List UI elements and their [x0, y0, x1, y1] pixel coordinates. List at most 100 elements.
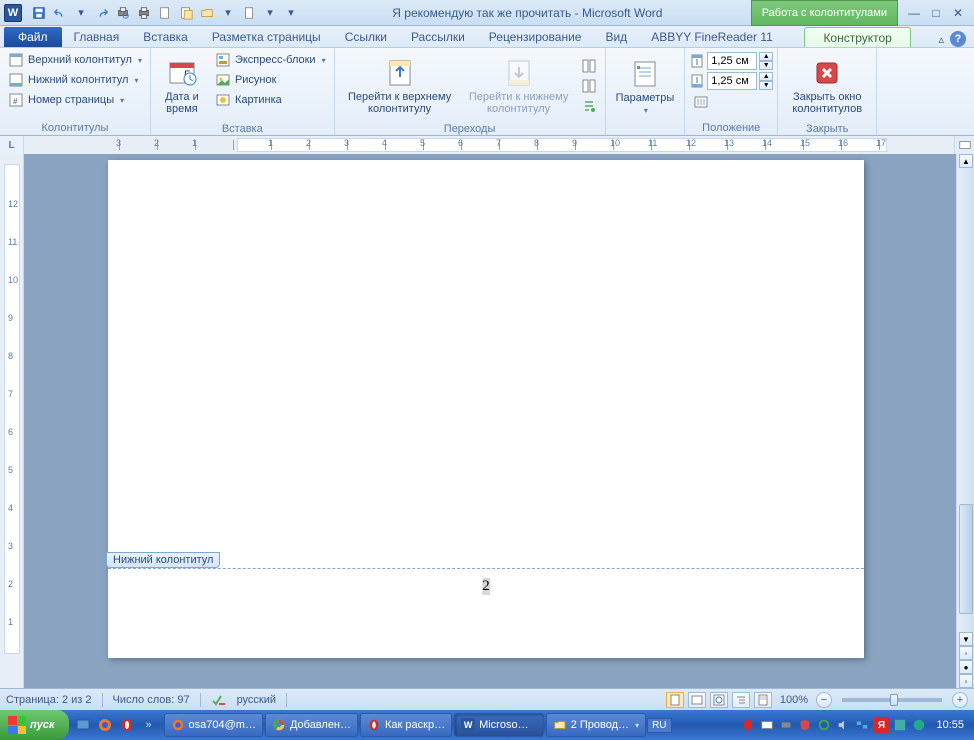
show-desktop-icon[interactable] [73, 715, 93, 735]
task-label: Microso… [479, 719, 529, 731]
nav-opt3[interactable] [577, 96, 601, 116]
browse-object-icon[interactable]: ● [959, 660, 973, 674]
prev-page-icon[interactable]: ◦ [959, 646, 973, 660]
status-words[interactable]: Число слов: 97 [113, 694, 190, 706]
spin-up-icon[interactable]: ▲ [759, 52, 773, 61]
start-button[interactable]: пуск [0, 710, 69, 740]
header-top-input[interactable] [707, 52, 757, 70]
taskbar-item[interactable]: Добавлен… [265, 713, 358, 737]
tab-mailings[interactable]: Рассылки [399, 27, 477, 47]
language-indicator[interactable]: RU [647, 718, 671, 733]
tab-selector[interactable]: L [0, 136, 24, 154]
header-button[interactable]: Верхний колонтитул▾ [4, 50, 146, 70]
tab-home[interactable]: Главная [62, 27, 132, 47]
vertical-ruler[interactable]: 121110 987 654 321 [0, 154, 24, 688]
close-headerfooter-button[interactable]: Закрыть окно колонтитулов [782, 50, 872, 122]
datetime-button[interactable]: 5 Дата и время [155, 50, 209, 122]
header-from-top: ▲▼ [689, 52, 773, 70]
minimize-ribbon-icon[interactable]: ▵ [938, 33, 944, 46]
qat-dd2-icon[interactable]: ▾ [219, 4, 237, 22]
taskbar-item[interactable]: Как раскр… [360, 713, 452, 737]
footer-button[interactable]: Нижний колонтитул▾ [4, 70, 146, 90]
picture-button[interactable]: Рисунок [211, 70, 330, 90]
tab-references[interactable]: Ссылки [333, 27, 399, 47]
document-scroll[interactable]: Нижний колонтитул 2 [24, 154, 956, 688]
next-page-icon[interactable]: ◦ [959, 674, 973, 688]
footer-bottom-input[interactable] [707, 72, 757, 90]
minimize-button[interactable]: — [906, 6, 922, 20]
group-headerfooter: Верхний колонтитул▾ Нижний колонтитул▾ #… [0, 48, 151, 135]
paste-special-icon[interactable] [177, 4, 195, 22]
tab-abbyy[interactable]: ABBYY FineReader 11 [639, 27, 785, 47]
spin-up-icon[interactable]: ▲ [759, 72, 773, 81]
tab-review[interactable]: Рецензирование [477, 27, 594, 47]
maximize-button[interactable]: □ [928, 6, 944, 20]
undo-icon[interactable] [51, 4, 69, 22]
page-number-field[interactable]: 2 [482, 578, 490, 595]
qat-customize-icon[interactable]: ▾ [282, 4, 300, 22]
footer-tab-label[interactable]: Нижний колонтитул [106, 552, 220, 568]
status-language[interactable]: русский [237, 694, 276, 706]
spin-down-icon[interactable]: ▼ [759, 61, 773, 70]
taskbar-item-active[interactable]: WMicroso… [454, 713, 544, 737]
zoom-level[interactable]: 100% [780, 694, 808, 706]
spellcheck-icon[interactable] [211, 693, 227, 707]
help-icon[interactable]: ? [950, 31, 966, 47]
zoom-in-icon[interactable]: + [952, 692, 968, 708]
web-layout-view-icon[interactable] [710, 692, 728, 708]
open-icon[interactable] [198, 4, 216, 22]
zoom-slider-thumb[interactable] [890, 694, 898, 706]
quick-print-icon[interactable] [135, 4, 153, 22]
tab-file[interactable]: Файл [4, 27, 62, 47]
group-close: Закрыть окно колонтитулов Закрыть [778, 48, 877, 135]
tab-pagelayout[interactable]: Разметка страницы [200, 27, 333, 47]
align-tab-button[interactable] [689, 92, 773, 112]
fullscreen-view-icon[interactable] [688, 692, 706, 708]
tab-view[interactable]: Вид [593, 27, 639, 47]
pagenumber-label: Номер страницы [28, 94, 114, 106]
qat-dd3-icon[interactable]: ▾ [261, 4, 279, 22]
page[interactable]: Нижний колонтитул 2 [108, 160, 864, 658]
outline-view-icon[interactable] [732, 692, 750, 708]
task-label: Добавлен… [290, 719, 351, 731]
firefox-ql-icon[interactable] [95, 715, 115, 735]
save-icon[interactable] [30, 4, 48, 22]
scroll-thumb[interactable] [959, 504, 973, 614]
tab-design-context[interactable]: Конструктор [804, 27, 910, 47]
clipart-button[interactable]: Картинка [211, 90, 330, 110]
quickparts-button[interactable]: Экспресс-блоки▾ [211, 50, 330, 70]
status-page[interactable]: Страница: 2 из 2 [6, 694, 92, 706]
doc-icon[interactable] [240, 4, 258, 22]
taskbar-item[interactable]: osa704@m… [164, 713, 263, 737]
horizontal-ruler[interactable]: 321 12 345 678 91011 121314 151617 [24, 136, 954, 154]
ruler-row: L 321 12 345 678 91011 121314 151617 [0, 136, 974, 154]
goto-header-button[interactable]: Перейти к верхнему колонтитулу [339, 50, 461, 122]
nav-opt1[interactable] [577, 56, 601, 76]
group-params: Параметры▾ [606, 48, 686, 135]
vertical-scrollbar[interactable]: ▲ ▼ ◦ ● ◦ [956, 154, 974, 688]
taskbar-item[interactable]: 2 Провод…▾ [546, 713, 646, 737]
clock[interactable]: 10:55 [930, 719, 970, 731]
pagenumber-button[interactable]: #Номер страницы▾ [4, 90, 146, 110]
scroll-down-icon[interactable]: ▼ [959, 632, 973, 646]
zoom-out-icon[interactable]: − [816, 692, 832, 708]
scroll-up-icon[interactable]: ▲ [959, 154, 973, 168]
qat-dropdown-icon[interactable]: ▾ [72, 4, 90, 22]
zoom-slider[interactable] [842, 698, 942, 702]
opera-ql-icon[interactable] [117, 715, 137, 735]
new-doc-icon[interactable] [156, 4, 174, 22]
group-navigation: Перейти к верхнему колонтитулу Перейти к… [335, 48, 606, 135]
close-button[interactable]: ✕ [950, 6, 966, 20]
document-area: 121110 987 654 321 Нижний колонтитул 2 ▲… [0, 154, 974, 688]
print-layout-view-icon[interactable] [666, 692, 684, 708]
print-preview-icon[interactable] [114, 4, 132, 22]
spin-down-icon[interactable]: ▼ [759, 81, 773, 90]
redo-icon[interactable] [93, 4, 111, 22]
ql-expand-icon[interactable]: » [139, 715, 159, 735]
ruler-options-icon[interactable] [954, 136, 974, 154]
tab-insert[interactable]: Вставка [131, 27, 200, 47]
nav-opt2[interactable] [577, 76, 601, 96]
draft-view-icon[interactable] [754, 692, 772, 708]
quick-access-toolbar: ▾ ▾ ▾ ▾ [26, 4, 304, 22]
params-button[interactable]: Параметры▾ [610, 50, 681, 122]
